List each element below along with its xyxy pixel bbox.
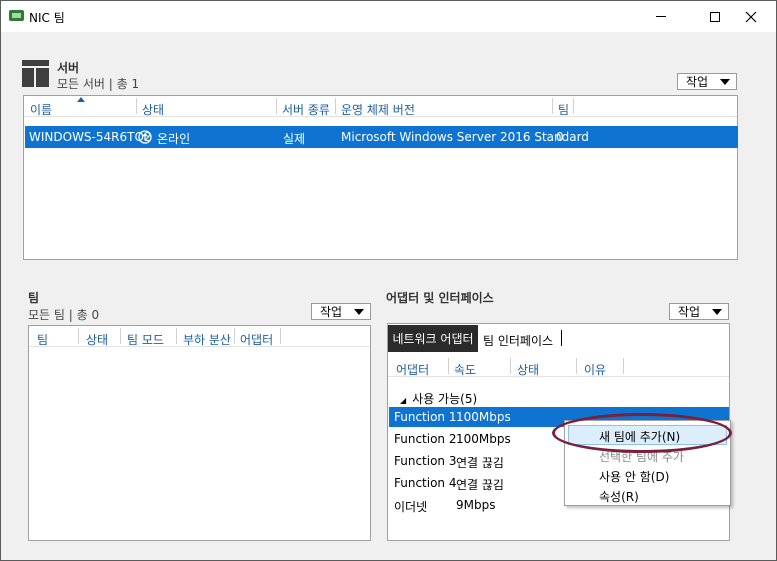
col-separator[interactable] xyxy=(280,328,281,344)
adapters-task-label: 작업 xyxy=(678,305,701,319)
col-header-team-adapters[interactable]: 어댑터 xyxy=(240,331,273,348)
teams-title: 팀 xyxy=(28,291,40,305)
col-header-team-mode[interactable]: 팀 모드 xyxy=(127,331,164,348)
col-header-adapter-status[interactable]: 상태 xyxy=(517,361,539,378)
server-status: 온라인 xyxy=(157,132,191,146)
tab-network-adapters[interactable]: 네트워크 어댑터 xyxy=(388,325,478,352)
menu-item-properties[interactable]: 속성(R) xyxy=(599,488,639,505)
close-icon xyxy=(745,11,757,22)
nic-team-window: NIC 팀 서버 모든 서버 | 총 1 작업 이름 상태 서버 종류 운영 체… xyxy=(0,0,777,561)
teams-task-button[interactable]: 작업 xyxy=(311,303,371,320)
minimize-icon xyxy=(656,16,666,17)
text-cursor xyxy=(561,330,562,346)
window-title: NIC 팀 xyxy=(29,11,65,25)
adapter-speed: 연결 끊김 xyxy=(456,478,504,492)
servers-title: 서버 xyxy=(57,61,80,75)
server-teams: 0 xyxy=(556,130,564,144)
col-separator[interactable] xyxy=(510,358,511,374)
col-header-team[interactable]: 팀 xyxy=(37,331,48,348)
adapter-name: 이더넷 xyxy=(394,500,428,514)
col-separator[interactable] xyxy=(623,358,624,374)
adapter-name: Function 2 xyxy=(394,432,457,446)
server-type: 실제 xyxy=(283,132,306,146)
teams-subtitle: 모든 팀 | 총 0 xyxy=(28,308,100,322)
col-header-status[interactable]: 상태 xyxy=(142,101,164,118)
table-row[interactable]: WINDOWS-54R6TO2 온라인 실제 Microsoft Windows… xyxy=(25,126,738,148)
maximize-icon xyxy=(710,11,720,22)
nic-team-app-icon xyxy=(9,10,24,21)
online-status-icon xyxy=(138,130,152,144)
adapters-task-button[interactable]: 작업 xyxy=(669,303,729,320)
servers-task-button[interactable]: 작업 xyxy=(677,73,737,90)
tab-network-adapters-label: 네트워크 어댑터 xyxy=(392,332,474,346)
col-header-speed[interactable]: 속도 xyxy=(454,361,476,378)
adapter-speed: 100Mbps xyxy=(456,432,511,446)
collapse-triangle-icon: ◢ xyxy=(400,396,407,405)
col-header-adapter[interactable]: 어댑터 xyxy=(396,361,429,378)
col-header-team-status[interactable]: 상태 xyxy=(86,331,108,348)
title-bar: NIC 팀 xyxy=(1,1,776,32)
chevron-down-icon xyxy=(712,309,722,315)
server-os: Microsoft Windows Server 2016 Standard xyxy=(341,130,589,144)
adapter-tabs: 네트워크 어댑터 팀 인터페이스 xyxy=(388,324,729,352)
adapter-speed: 연결 끊김 xyxy=(456,456,504,470)
servers-list: 이름 상태 서버 종류 운영 체제 버전 팀 WINDOWS-54R6TO2 온… xyxy=(23,95,738,260)
col-separator[interactable] xyxy=(120,328,121,344)
adapters-title: 어댑터 및 인터페이스 xyxy=(386,291,494,305)
tab-team-interfaces[interactable]: 팀 인터페이스 xyxy=(483,332,553,349)
col-header-name[interactable]: 이름 xyxy=(30,101,52,118)
chevron-down-icon xyxy=(354,309,364,315)
col-header-os-version[interactable]: 운영 체제 버전 xyxy=(341,101,415,118)
close-button[interactable] xyxy=(728,1,774,32)
chevron-down-icon xyxy=(720,79,730,85)
col-separator[interactable] xyxy=(176,328,177,344)
group-label: 사용 가능(5) xyxy=(412,392,478,406)
col-separator[interactable] xyxy=(576,358,577,374)
adapter-name: Function 1 xyxy=(394,410,457,424)
adapter-speed: 100Mbps xyxy=(456,410,511,424)
annotation-ellipse xyxy=(552,413,732,453)
col-separator[interactable] xyxy=(573,98,574,114)
minimize-button[interactable] xyxy=(638,1,684,32)
teams-task-label: 작업 xyxy=(320,305,343,319)
col-separator[interactable] xyxy=(276,98,277,114)
col-separator[interactable] xyxy=(335,98,336,114)
col-header-teams[interactable]: 팀 xyxy=(558,101,569,118)
col-header-load-balancing[interactable]: 부하 분산 xyxy=(183,331,231,348)
server-icon xyxy=(22,60,49,87)
col-separator[interactable] xyxy=(234,328,235,344)
adapter-speed: 9Mbps xyxy=(456,498,496,512)
col-header-server-type[interactable]: 서버 종류 xyxy=(282,101,330,118)
menu-item-disable[interactable]: 사용 안 함(D) xyxy=(599,468,669,485)
servers-subtitle: 모든 서버 | 총 1 xyxy=(57,77,140,91)
group-header-available[interactable]: ◢ 사용 가능(5) xyxy=(400,390,477,407)
teams-list: 팀 상태 팀 모드 부하 분산 어댑터 xyxy=(28,325,371,541)
col-separator[interactable] xyxy=(448,358,449,374)
adapters-header-row xyxy=(388,355,729,377)
servers-task-label: 작업 xyxy=(686,75,709,89)
col-separator[interactable] xyxy=(78,328,79,344)
col-separator[interactable] xyxy=(136,98,137,114)
col-separator[interactable] xyxy=(552,98,553,114)
col-header-reason[interactable]: 이유 xyxy=(584,361,606,378)
server-name: WINDOWS-54R6TO2 xyxy=(29,130,152,144)
sort-asc-icon xyxy=(77,97,85,102)
adapter-name: Function 4 xyxy=(394,476,457,490)
adapter-name: Function 3 xyxy=(394,454,457,468)
